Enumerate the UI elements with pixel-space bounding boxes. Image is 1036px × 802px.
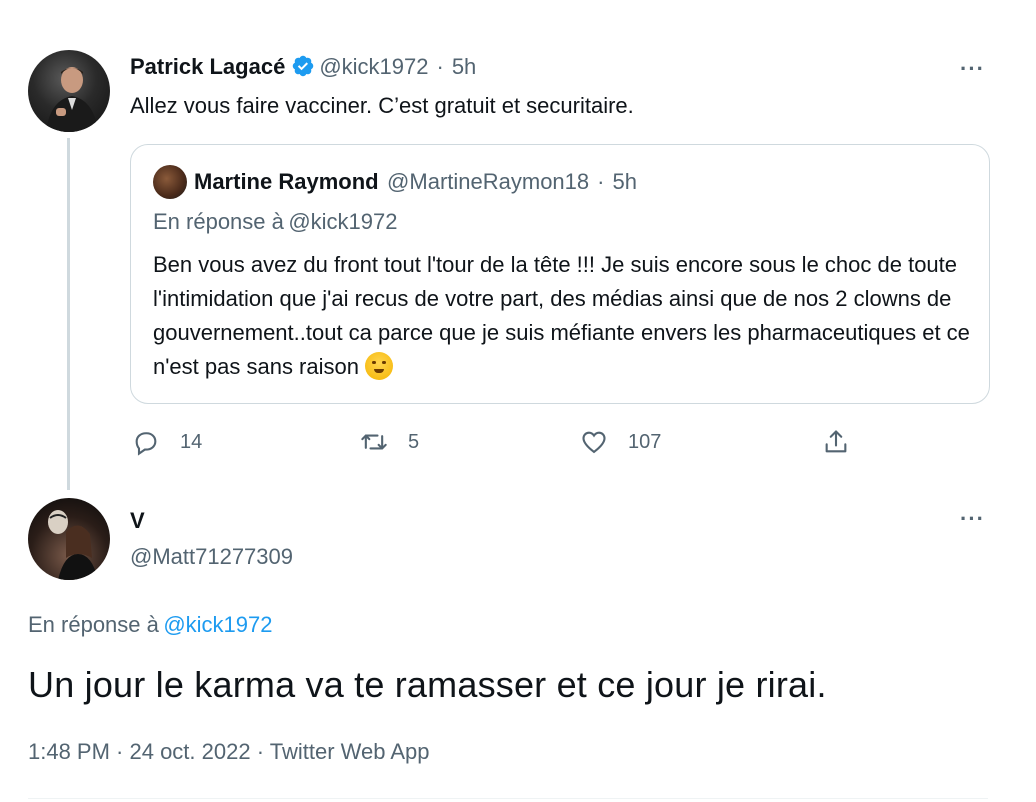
verified-badge-icon <box>291 54 315 78</box>
like-button[interactable]: 107 <box>580 428 661 456</box>
share-icon <box>825 430 847 453</box>
quote-text-container: Ben vous avez du front tout l'tour de la… <box>153 248 973 384</box>
share-button[interactable] <box>822 428 850 456</box>
retweet-count: 5 <box>408 430 420 453</box>
tweet1-more-button[interactable]: ··· <box>960 58 985 80</box>
tweet2-text: Un jour le karma va te ramasser et ce jo… <box>28 664 827 705</box>
avatar-v[interactable] <box>28 498 110 580</box>
tweet2-timestamp[interactable]: 1:48 PM · 24 oct. 2022 · Twitter Web App <box>28 739 430 765</box>
reply-count: 14 <box>180 430 203 453</box>
quote-separator: · <box>597 169 605 194</box>
like-count: 107 <box>628 430 662 453</box>
quote-reply-to[interactable]: @kick1972 <box>288 209 397 234</box>
reply-icon <box>135 432 157 456</box>
quote-reply-prefix: En réponse à <box>153 209 284 234</box>
quote-handle[interactable]: @MartineRaymon18 <box>387 169 589 194</box>
tweet2-more-button[interactable]: ··· <box>960 508 985 530</box>
quote-text: Ben vous avez du front tout l'tour de la… <box>153 252 970 379</box>
confounded-face-emoji-icon <box>365 352 394 380</box>
avatar-image <box>46 67 98 132</box>
tweet1-separator: · <box>436 54 444 79</box>
tweet1-header: Patrick Lagacé @kick1972 · 5h <box>130 54 476 80</box>
quote-time[interactable]: 5h <box>612 169 636 194</box>
thread-connector-line <box>67 138 70 490</box>
quote-author-name[interactable]: Martine Raymond <box>194 169 379 194</box>
avatar-image <box>48 510 98 580</box>
quote-header: Martine Raymond @MartineRaymon18 · 5h <box>194 169 637 195</box>
avatar-martine-raymond[interactable] <box>153 165 187 199</box>
heart-icon <box>582 431 606 454</box>
tweet1-text: Allez vous faire vacciner. C’est gratuit… <box>130 93 634 118</box>
tweet2-handle[interactable]: @Matt71277309 <box>130 544 293 570</box>
avatar-patrick-lagace[interactable] <box>28 50 110 132</box>
tweet1-time[interactable]: 5h <box>452 54 476 79</box>
quote-reply-line: En réponse à @kick1972 <box>153 209 398 235</box>
tweet2-reply-line: En réponse à @kick1972 <box>28 612 273 638</box>
tweet1-author-name[interactable]: Patrick Lagacé <box>130 54 285 79</box>
tweet2-author-name[interactable]: V <box>130 508 145 534</box>
retweet-button[interactable]: 5 <box>360 428 419 456</box>
retweet-icon <box>361 434 387 450</box>
tweet2-reply-to-link[interactable]: @kick1972 <box>163 612 272 637</box>
tweet2-reply-prefix: En réponse à <box>28 612 159 637</box>
bottom-divider <box>28 798 988 799</box>
tweet1-handle[interactable]: @kick1972 <box>319 54 428 79</box>
reply-button[interactable]: 14 <box>132 428 202 456</box>
